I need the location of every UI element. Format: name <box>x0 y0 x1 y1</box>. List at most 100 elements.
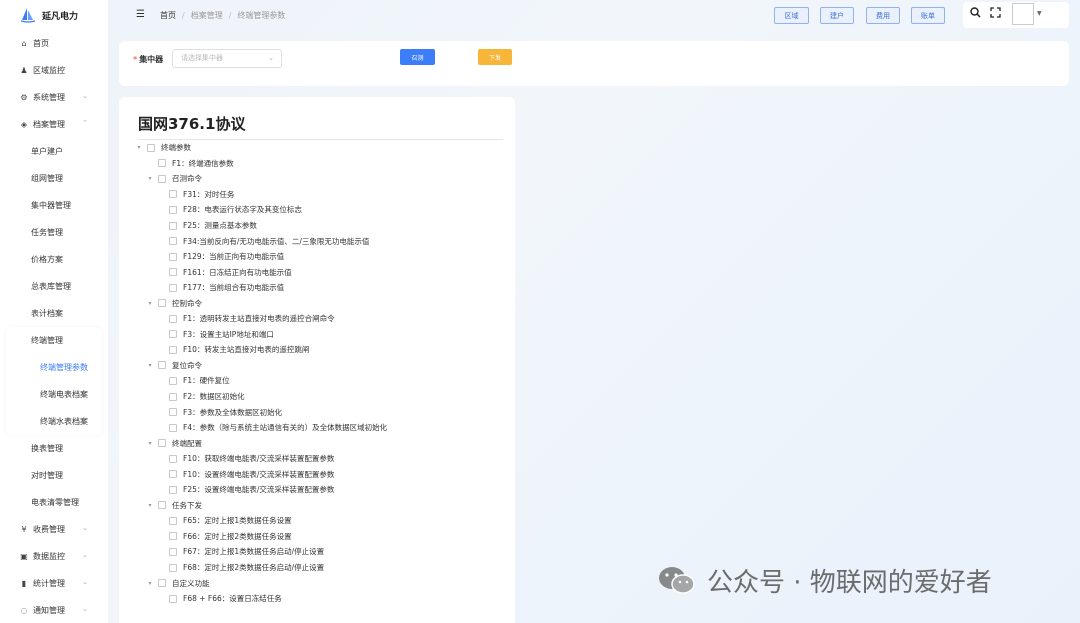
avatar[interactable] <box>1012 3 1034 25</box>
tree-checkbox[interactable] <box>158 501 166 510</box>
sidebar-sub-item-3[interactable]: 任务管理 <box>0 219 108 246</box>
tree-checkbox[interactable] <box>169 594 177 603</box>
sidebar-item-terminal-management[interactable]: 终端管理 <box>6 327 102 354</box>
caret-down-icon[interactable]: ▾ <box>146 440 154 447</box>
sidebar-item-b-1[interactable]: ▣ 数据监控 ⌄ <box>0 543 108 570</box>
tree-node[interactable]: F3：设置主站IP地址和端口 <box>119 327 515 343</box>
caret-down-icon[interactable]: ▾ <box>146 580 154 587</box>
tree-checkbox[interactable] <box>169 330 177 339</box>
caret-down-icon[interactable]: ▾ <box>146 300 154 307</box>
tree-checkbox[interactable] <box>169 563 177 572</box>
tree-checkbox[interactable] <box>169 408 177 417</box>
caret-down-icon[interactable]: ▾ <box>146 362 154 369</box>
send-button[interactable]: 下发 <box>478 49 512 65</box>
sidebar-sub-item-2[interactable]: 集中器管理 <box>0 192 108 219</box>
sidebar-sub-item-0[interactable]: 单户建户 <box>0 138 108 165</box>
fullscreen-icon[interactable] <box>990 7 1001 21</box>
breadcrumb-archive[interactable]: 档案管理 <box>191 11 223 20</box>
tree-node[interactable]: ▾ 终端配置 <box>119 435 515 451</box>
caret-down-icon[interactable]: ▼ <box>1037 10 1042 17</box>
tree-checkbox[interactable] <box>169 470 177 479</box>
tree-node[interactable]: F177：当前组合有功电能示值 <box>119 280 515 296</box>
brand-logo[interactable]: 延凡电力 <box>0 0 108 30</box>
tree-node[interactable]: F161：日冻结正向有功电能示值 <box>119 264 515 280</box>
tree-node[interactable]: F25：设置终端电能表/交流采样装置配置参数 <box>119 482 515 498</box>
tree-checkbox[interactable] <box>169 423 177 432</box>
tree-node[interactable]: F31：对时任务 <box>119 187 515 203</box>
tree-checkbox[interactable] <box>169 190 177 199</box>
sidebar-item-1[interactable]: ♟ 区域监控 <box>0 57 108 84</box>
sidebar-terminal-item-1[interactable]: 终端电表档案 <box>6 381 102 408</box>
tree-node[interactable]: F1：终端通信参数 <box>119 156 515 172</box>
create-account-button[interactable]: 建户 <box>820 7 854 24</box>
sidebar-sub2-item-0[interactable]: 换表管理 <box>0 435 108 462</box>
tree-checkbox[interactable] <box>169 221 177 230</box>
tree-checkbox[interactable] <box>169 485 177 494</box>
tree-checkbox[interactable] <box>169 345 177 354</box>
tree-checkbox[interactable] <box>169 516 177 525</box>
caret-down-icon[interactable]: ▾ <box>135 144 143 151</box>
tree-node[interactable]: F67：定时上报1类数据任务启动/停止设置 <box>119 544 515 560</box>
sidebar-item-0[interactable]: ⌂ 首页 <box>0 30 108 57</box>
tree-node[interactable]: F68 + F66：设置日冻结任务 <box>119 591 515 607</box>
tree-node[interactable]: F10：设置终端电能表/交流采样装置配置参数 <box>119 466 515 482</box>
breadcrumb-home[interactable]: 首页 <box>160 11 176 20</box>
sidebar-item-b-3[interactable]: ◌ 通知管理 ⌄ <box>0 597 108 623</box>
tree-checkbox[interactable] <box>169 268 177 277</box>
tree-checkbox[interactable] <box>169 283 177 292</box>
tree-node[interactable]: F10：获取终端电能表/交流采样装置配置参数 <box>119 451 515 467</box>
tree-node[interactable]: F4：参数（除与系统主站通信有关的）及全体数据区域初始化 <box>119 420 515 436</box>
region-button[interactable]: 区域 <box>774 7 809 24</box>
menu-toggle-icon[interactable]: ☰ <box>136 9 145 20</box>
bill-button[interactable]: 账单 <box>911 7 945 24</box>
tree-node[interactable]: F28：电表运行状态字及其变位标志 <box>119 202 515 218</box>
tree-checkbox[interactable] <box>169 532 177 541</box>
tree-node[interactable]: F1：透明转发主站直接对电表的遥控合闸命令 <box>119 311 515 327</box>
tree-node[interactable]: ▾ 召测命令 <box>119 171 515 187</box>
tree-checkbox[interactable] <box>158 579 166 588</box>
tree-node[interactable]: F65：定时上报1类数据任务设置 <box>119 513 515 529</box>
tree-checkbox[interactable] <box>169 376 177 385</box>
fee-button[interactable]: 费用 <box>866 7 900 24</box>
tree-checkbox[interactable] <box>158 299 166 308</box>
tree-checkbox[interactable] <box>169 237 177 246</box>
tree-node[interactable]: F2：数据区初始化 <box>119 389 515 405</box>
sidebar-sub-item-1[interactable]: 组网管理 <box>0 165 108 192</box>
sidebar-terminal-item-2[interactable]: 终端水表档案 <box>6 408 102 435</box>
search-icon[interactable] <box>970 7 981 21</box>
tree-node[interactable]: F68：定时上报2类数据任务启动/停止设置 <box>119 560 515 576</box>
tree-checkbox[interactable] <box>147 143 155 152</box>
tree-checkbox[interactable] <box>169 547 177 556</box>
caret-down-icon[interactable]: ▾ <box>146 175 154 182</box>
tree-checkbox[interactable] <box>169 392 177 401</box>
concentrator-select[interactable]: 请选择集中器 ⌄ <box>172 49 282 68</box>
tree-checkbox[interactable] <box>158 361 166 370</box>
sidebar-sub2-item-1[interactable]: 对时管理 <box>0 462 108 489</box>
sidebar-terminal-item-0[interactable]: 终端管理参数 <box>6 354 102 381</box>
tree-node[interactable]: F34:当前反向有/无功电能示值、二/三象限无功电能示值 <box>119 233 515 249</box>
tree-node[interactable]: F1：硬件复位 <box>119 373 515 389</box>
sidebar-item-3[interactable]: ◈ 档案管理 ⌃ <box>0 111 108 138</box>
sidebar-sub2-item-2[interactable]: 电表清零管理 <box>0 489 108 516</box>
tree-checkbox[interactable] <box>158 159 166 168</box>
sidebar-sub-item-4[interactable]: 价格方案 <box>0 246 108 273</box>
tree-node[interactable]: F10：转发主站直接对电表的遥控跳闸 <box>119 342 515 358</box>
tree-checkbox[interactable] <box>169 314 177 323</box>
sidebar-sub-item-5[interactable]: 总表库管理 <box>0 273 108 300</box>
sidebar-sub-item-6[interactable]: 表计档案 <box>0 300 108 327</box>
tree-node[interactable]: ▾ 自定义功能 <box>119 575 515 591</box>
sidebar-item-b-0[interactable]: ¥ 收费管理 ⌄ <box>0 516 108 543</box>
tree-checkbox[interactable] <box>158 439 166 448</box>
tree-node[interactable]: ▾ 控制命令 <box>119 295 515 311</box>
tree-checkbox[interactable] <box>169 205 177 214</box>
call-test-button[interactable]: 召测 <box>400 49 435 65</box>
tree-checkbox[interactable] <box>169 252 177 261</box>
tree-node[interactable]: ▾ 终端参数 <box>119 140 515 156</box>
tree-node[interactable]: ▾ 任务下发 <box>119 498 515 514</box>
tree-checkbox[interactable] <box>169 454 177 463</box>
tree-node[interactable]: F129：当前正向有功电能示值 <box>119 249 515 265</box>
caret-down-icon[interactable]: ▾ <box>146 502 154 509</box>
tree-node[interactable]: F66：定时上报2类数据任务设置 <box>119 529 515 545</box>
tree-checkbox[interactable] <box>158 174 166 183</box>
tree-node[interactable]: F25：测量点基本参数 <box>119 218 515 234</box>
